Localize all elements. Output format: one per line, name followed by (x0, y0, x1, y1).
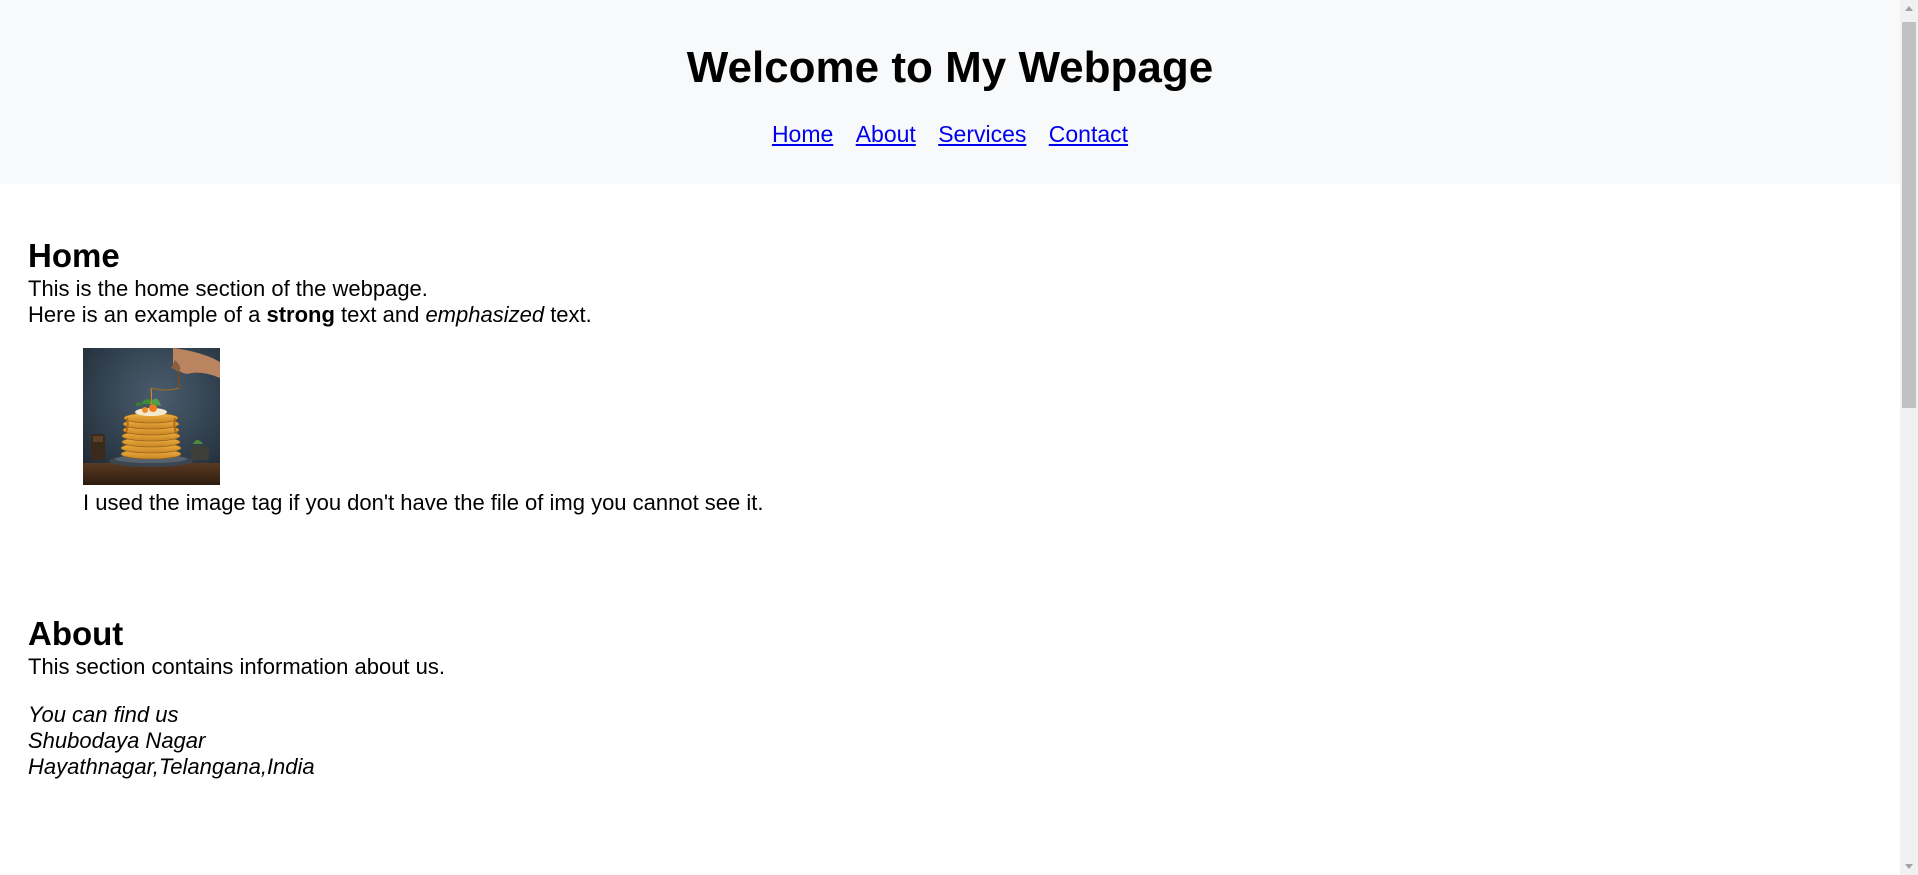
main-nav: Home About Services Contact (0, 120, 1900, 148)
scroll-down-arrow-icon[interactable] (1900, 858, 1918, 875)
example-text-prefix: Here is an example of a (28, 302, 267, 327)
example-text-suffix: text. (544, 302, 592, 327)
address-line: Hayathnagar,Telangana,India (28, 754, 315, 779)
site-header: Welcome to My Webpage Home About Service… (0, 0, 1900, 184)
nav-link-contact[interactable]: Contact (1049, 121, 1128, 147)
example-text-middle: text and (334, 302, 426, 327)
pancake-figure: I used the image tag if you don't have t… (83, 348, 1900, 516)
address-line: Shubodaya Nagar (28, 728, 206, 753)
strong-text: strong (266, 302, 335, 327)
home-intro-text: This is the home section of the webpage. (28, 276, 428, 301)
address-block: You can find us Shubodaya Nagar Hayathna… (28, 702, 1900, 780)
emphasized-text: emphasized (425, 302, 545, 327)
pancake-image (83, 348, 220, 485)
address-line: You can find us (28, 702, 179, 727)
scroll-up-arrow-icon[interactable] (1900, 0, 1918, 17)
nav-link-about[interactable]: About (856, 121, 916, 147)
browser-viewport: Welcome to My Webpage Home About Service… (0, 0, 1918, 875)
about-heading: About (28, 615, 124, 652)
image-caption: I used the image tag if you don't have t… (83, 490, 764, 515)
home-section: Home This is the home section of the web… (28, 184, 1900, 516)
main-content: Home This is the home section of the web… (0, 184, 1900, 780)
home-heading: Home (28, 237, 120, 274)
nav-link-services[interactable]: Services (938, 121, 1026, 147)
about-intro-text: This section contains information about … (28, 654, 446, 679)
home-example-text: Here is an example of a strong text and … (28, 302, 1900, 328)
scrollbar-thumb[interactable] (1902, 22, 1916, 408)
page-title: Welcome to My Webpage (686, 43, 1214, 92)
webpage: Welcome to My Webpage Home About Service… (0, 0, 1900, 875)
vertical-scrollbar[interactable] (1900, 0, 1918, 875)
about-section: About This section contains information … (28, 516, 1900, 780)
nav-link-home[interactable]: Home (772, 121, 833, 147)
